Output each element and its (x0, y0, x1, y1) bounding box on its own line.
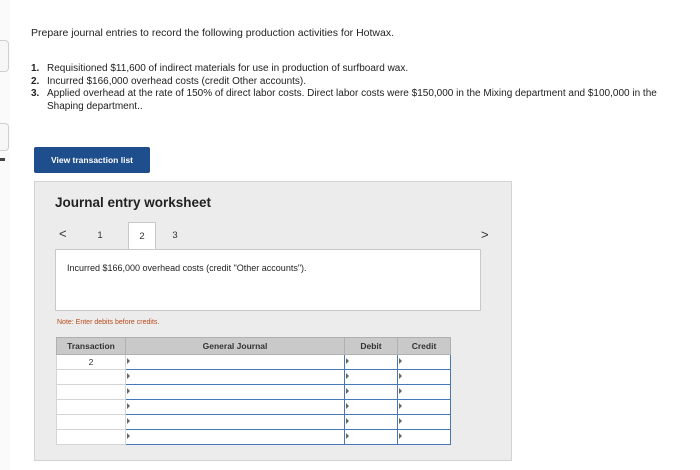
tab-3[interactable]: 3 (161, 222, 189, 249)
chevron-left-icon[interactable]: < (59, 226, 67, 241)
transaction-cell (56, 414, 126, 430)
credit-input[interactable] (397, 429, 451, 445)
question-prompt: Prepare journal entries to record the fo… (31, 27, 395, 39)
requirement-number: 3. (31, 88, 40, 99)
general-journal-input[interactable] (125, 429, 345, 445)
credit-input[interactable] (397, 354, 451, 370)
debit-input[interactable] (344, 399, 398, 415)
table-row (56, 384, 451, 400)
debit-input[interactable] (344, 384, 398, 400)
entry-note: Note: Enter debits before credits. (57, 319, 160, 326)
requirement-number: 2. (31, 75, 40, 87)
transaction-cell (56, 384, 126, 400)
credit-input[interactable] (397, 399, 451, 415)
requirement-text: Incurred $166,000 overhead costs (credit… (47, 75, 307, 87)
transaction-description: Incurred $166,000 overhead costs (credit… (67, 263, 307, 273)
general-journal-input[interactable] (125, 399, 345, 415)
requirement-number: 1. (31, 63, 40, 74)
tab-2-active[interactable]: 2 (128, 222, 156, 250)
journal-table: Transaction General Journal Debit Credit… (56, 337, 451, 445)
general-journal-input[interactable] (125, 414, 345, 430)
journal-entry-worksheet: Journal entry worksheet < 1 2 3 > Incurr… (34, 181, 512, 461)
view-transaction-list-button[interactable]: View transaction list (34, 147, 150, 173)
tab-1[interactable]: 1 (86, 222, 114, 249)
requirement-text: Applied overhead at the rate of 150% of … (47, 88, 657, 112)
transaction-description-box: Incurred $166,000 overhead costs (credit… (55, 249, 481, 311)
transaction-cell (56, 369, 126, 385)
table-row (56, 414, 451, 430)
credit-input[interactable] (397, 369, 451, 385)
credit-input[interactable] (397, 384, 451, 400)
general-journal-input[interactable] (125, 384, 345, 400)
general-journal-input[interactable] (125, 369, 345, 385)
requirements-list: 1. Requisitioned $11,600 of indirect mat… (31, 63, 671, 113)
edge-marker (0, 158, 5, 161)
worksheet-title: Journal entry worksheet (55, 195, 212, 210)
transaction-cell (56, 399, 126, 415)
transaction-cell: 2 (56, 354, 126, 370)
table-header-row: Transaction General Journal Debit Credit (56, 337, 451, 355)
requirement-item: 2. Incurred $166,000 overhead costs (cre… (31, 76, 671, 89)
debit-input[interactable] (344, 414, 398, 430)
transaction-cell (56, 429, 126, 445)
table-row: 2 (56, 354, 451, 370)
credit-input[interactable] (397, 414, 451, 430)
general-journal-input[interactable] (125, 354, 345, 370)
column-header-credit: Credit (397, 337, 451, 355)
requirement-item: 1. Requisitioned $11,600 of indirect mat… (31, 63, 671, 76)
chevron-right-icon[interactable]: > (481, 227, 489, 242)
table-row (56, 369, 451, 385)
column-header-transaction: Transaction (56, 337, 126, 355)
requirement-text: Requisitioned $11,600 of indirect materi… (47, 63, 409, 74)
column-header-debit: Debit (344, 337, 398, 355)
edge-tab-top[interactable] (0, 40, 9, 72)
column-header-general-journal: General Journal (125, 337, 345, 355)
debit-input[interactable] (344, 429, 398, 445)
edge-tab-middle[interactable] (0, 123, 9, 151)
debit-input[interactable] (344, 369, 398, 385)
table-row (56, 429, 451, 445)
table-row (56, 399, 451, 415)
requirement-item: 3. Applied overhead at the rate of 150% … (31, 88, 671, 113)
debit-input[interactable] (344, 354, 398, 370)
